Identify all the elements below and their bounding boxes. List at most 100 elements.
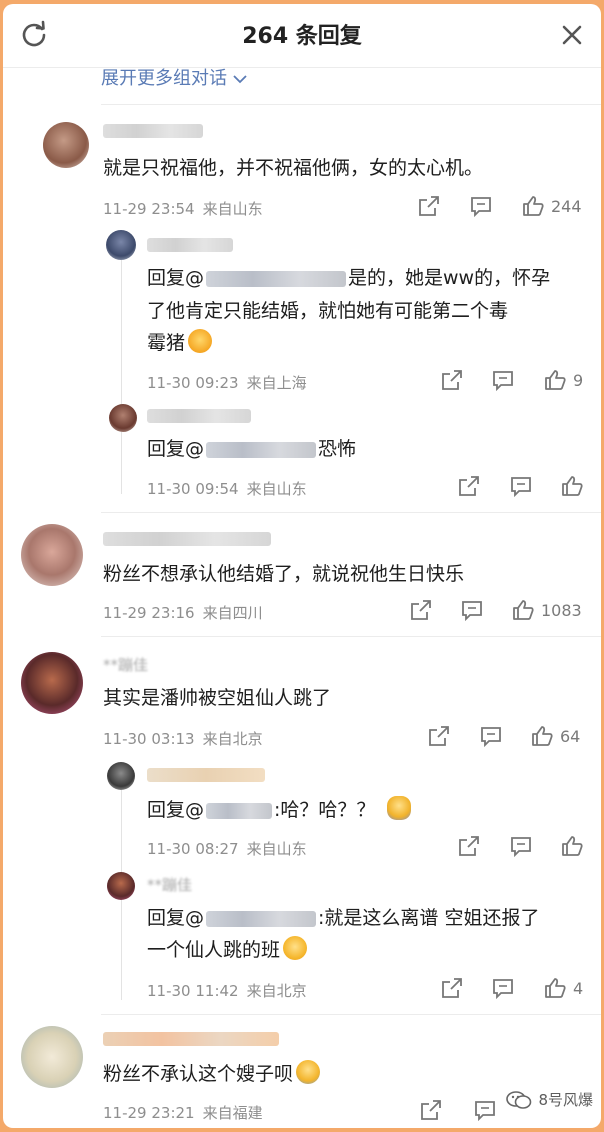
share-icon bbox=[421, 1100, 441, 1120]
reply-prefix: 回复 bbox=[147, 438, 186, 460]
comment-icon bbox=[471, 197, 491, 218]
comment-icon bbox=[511, 477, 531, 498]
like-icon bbox=[562, 836, 583, 856]
like-button[interactable]: 9 bbox=[543, 366, 583, 394]
like-count: 64 bbox=[560, 726, 581, 746]
emoji-icon bbox=[296, 1060, 321, 1084]
comment-button[interactable] bbox=[469, 192, 493, 220]
like-button[interactable]: 64 bbox=[530, 722, 580, 750]
reply-text-body: 恐怖 bbox=[318, 438, 357, 460]
divider bbox=[101, 104, 601, 105]
watermark-text: 8号风爆 bbox=[538, 1091, 593, 1109]
avatar[interactable] bbox=[109, 404, 137, 432]
username[interactable] bbox=[147, 238, 233, 252]
reply-text: 回复@:哈？哈？？ bbox=[147, 794, 412, 827]
reply-actions: 4 bbox=[3, 974, 601, 1002]
like-button[interactable] bbox=[560, 832, 584, 860]
like-count: 4 bbox=[573, 978, 584, 998]
reply-text: 回复@:就是这么离谱 空姐还报了 bbox=[147, 902, 539, 935]
like-button[interactable]: 4 bbox=[543, 974, 583, 1002]
share-button[interactable] bbox=[409, 596, 433, 624]
share-button[interactable] bbox=[417, 192, 441, 220]
divider bbox=[101, 636, 601, 637]
username[interactable] bbox=[103, 124, 203, 138]
reply-prefix: 回复 bbox=[147, 267, 186, 289]
like-count: 9 bbox=[573, 370, 584, 390]
mention[interactable]: @ bbox=[185, 907, 318, 929]
avatar[interactable] bbox=[21, 524, 83, 586]
mention[interactable]: @ bbox=[185, 799, 274, 821]
comment-actions: 64 bbox=[3, 722, 601, 750]
avatar[interactable] bbox=[107, 872, 135, 900]
like-icon bbox=[545, 370, 566, 390]
comment-actions: 1083 bbox=[3, 596, 601, 624]
comment-button[interactable] bbox=[491, 366, 515, 394]
comment-button[interactable] bbox=[473, 1096, 497, 1124]
like-icon bbox=[545, 978, 566, 998]
reply-panel: 264 条回复 展开更多组对话 就是只祝福他，并不祝福他俩，女的太心机。 11-… bbox=[3, 4, 601, 1128]
reply-text-line1: :就是这么离谱 空姐还报了 bbox=[318, 907, 540, 929]
comment-icon bbox=[493, 979, 513, 1000]
username[interactable] bbox=[103, 1032, 279, 1046]
like-icon bbox=[523, 196, 544, 216]
like-count: 1083 bbox=[541, 600, 582, 620]
share-icon bbox=[442, 370, 462, 390]
avatar[interactable] bbox=[21, 652, 83, 714]
share-button[interactable] bbox=[457, 832, 481, 860]
comment-actions: 244 bbox=[3, 192, 601, 220]
close-icon[interactable] bbox=[557, 20, 587, 50]
comment-icon bbox=[481, 727, 501, 748]
mention[interactable]: @ bbox=[185, 267, 348, 289]
comment-icon bbox=[493, 371, 513, 392]
avatar[interactable] bbox=[107, 762, 135, 790]
reply-actions: 9 bbox=[3, 366, 601, 394]
page-title: 264 条回复 bbox=[242, 24, 362, 49]
username[interactable]: **蹦佳 bbox=[103, 654, 148, 675]
mention[interactable]: @ bbox=[185, 438, 318, 460]
expand-more-link[interactable]: 展开更多组对话 bbox=[101, 64, 247, 90]
username[interactable] bbox=[103, 532, 271, 546]
username[interactable] bbox=[147, 409, 251, 423]
mention-mask bbox=[206, 910, 317, 927]
reply-text-line2: 一个仙人跳的班 bbox=[147, 934, 308, 967]
divider bbox=[101, 1014, 601, 1015]
share-button[interactable] bbox=[427, 722, 451, 750]
comment-button[interactable] bbox=[479, 722, 503, 750]
comment-icon bbox=[475, 1101, 495, 1122]
reply-text-body: :哈？哈？？ bbox=[274, 799, 376, 821]
comment-icon bbox=[462, 601, 482, 622]
watermark: 8号风爆 bbox=[506, 1089, 593, 1110]
reply-actions bbox=[3, 832, 601, 860]
expand-label: 展开更多组对话 bbox=[101, 68, 227, 89]
username[interactable]: **蹦佳 bbox=[147, 874, 192, 895]
share-button[interactable] bbox=[440, 366, 464, 394]
comment-button[interactable] bbox=[491, 974, 515, 1002]
like-icon bbox=[513, 600, 534, 620]
share-button[interactable] bbox=[440, 974, 464, 1002]
reply-text-line1: 是的，她是ww的，怀孕 bbox=[348, 267, 551, 289]
comment-text: 就是只祝福他，并不祝福他俩，女的太心机。 bbox=[103, 157, 484, 179]
username[interactable] bbox=[147, 768, 265, 782]
like-button[interactable] bbox=[560, 472, 584, 500]
emoji-icon bbox=[283, 936, 308, 960]
reply-actions bbox=[3, 472, 601, 500]
share-icon bbox=[459, 836, 479, 856]
mention-mask bbox=[206, 270, 347, 287]
avatar[interactable] bbox=[21, 1026, 83, 1088]
comment-icon bbox=[511, 837, 531, 858]
share-icon bbox=[429, 726, 449, 746]
comment-button[interactable] bbox=[509, 472, 533, 500]
avatar[interactable] bbox=[43, 122, 89, 168]
avatar[interactable] bbox=[106, 230, 136, 260]
divider bbox=[101, 512, 601, 513]
comment-text: 其实是潘帅被空姐仙人跳了 bbox=[103, 687, 332, 709]
share-button[interactable] bbox=[419, 1096, 443, 1124]
comment-button[interactable] bbox=[509, 832, 533, 860]
comment-button[interactable] bbox=[460, 596, 484, 624]
share-icon bbox=[459, 476, 479, 496]
like-button[interactable]: 1083 bbox=[511, 596, 582, 624]
reply-text-line2: 了他肯定只能结婚，就怕她有可能第二个毒 bbox=[147, 300, 509, 322]
share-button[interactable] bbox=[457, 472, 481, 500]
like-button[interactable]: 244 bbox=[521, 192, 582, 220]
share-icon bbox=[419, 196, 439, 216]
